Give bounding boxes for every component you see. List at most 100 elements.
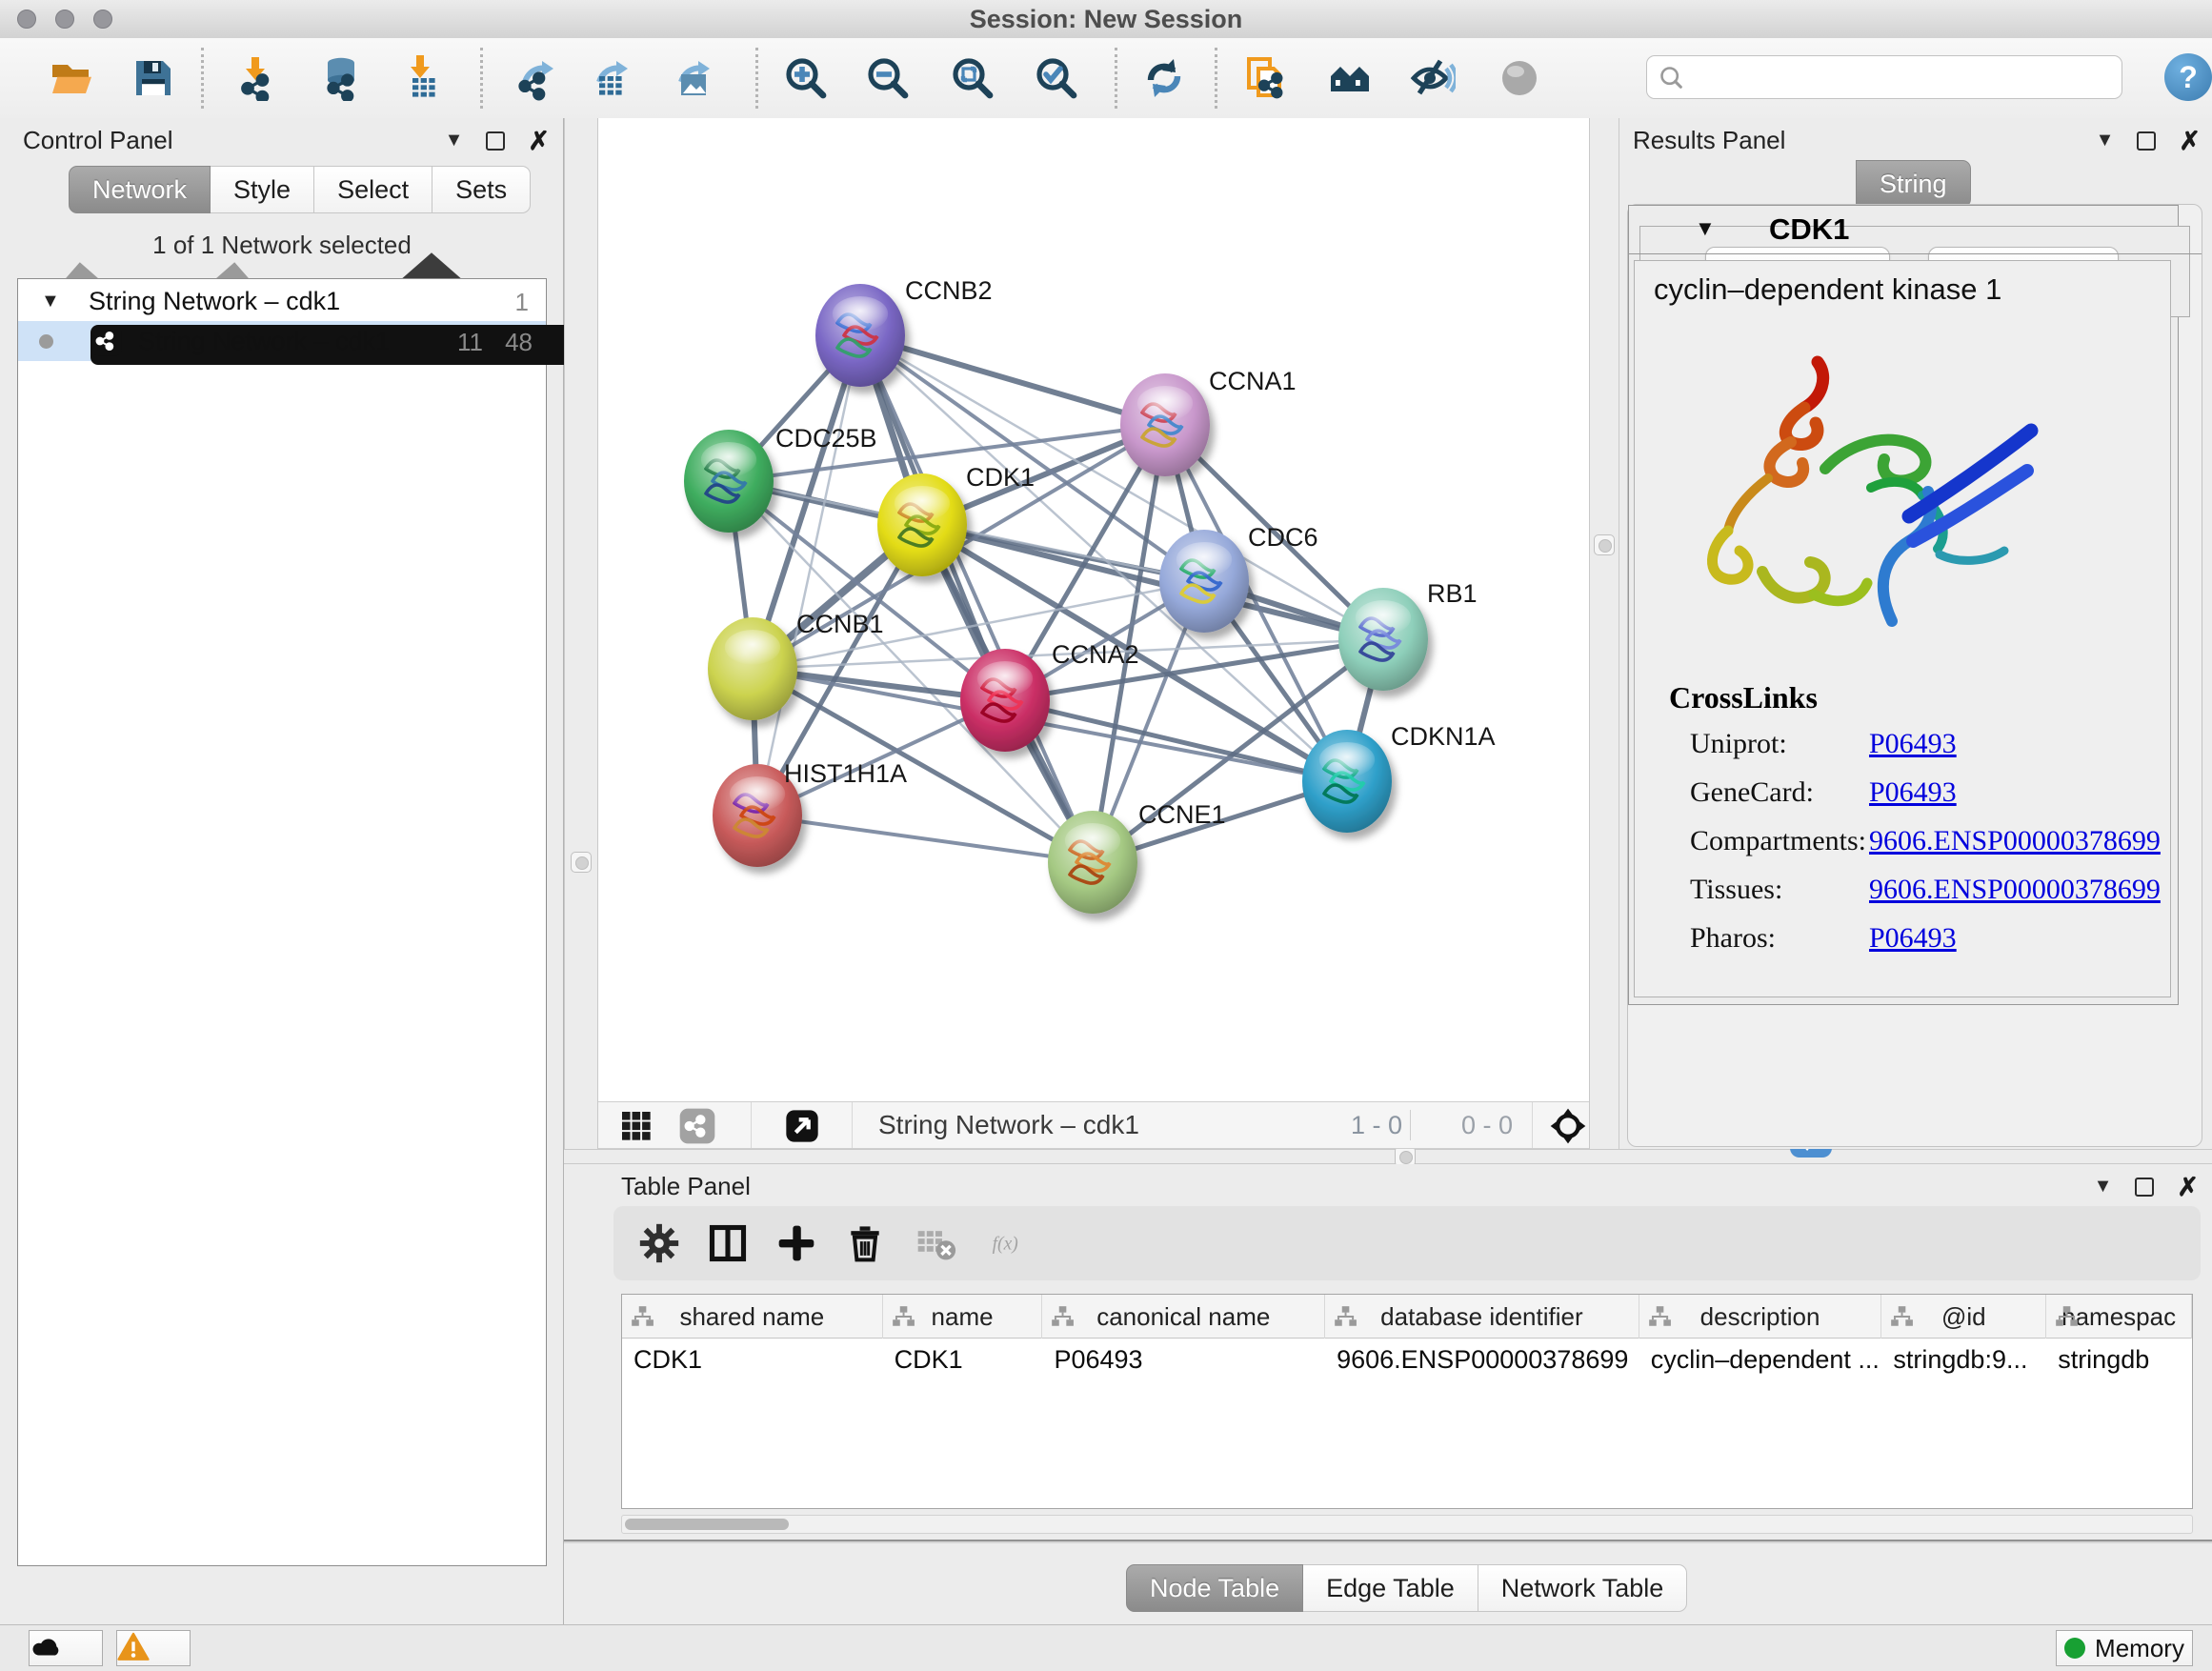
panel-menu-caret-icon[interactable]: ▼: [2096, 130, 2115, 151]
tree-expand-caret-icon[interactable]: ▼: [41, 291, 60, 312]
network-node-ccnb2[interactable]: CCNB2: [815, 276, 993, 387]
protein-card: ▼ CDK1 cyclin–dependent kinase 1: [1628, 205, 2179, 1005]
crosslink-link[interactable]: 9606.ENSP00000378699: [1869, 825, 2161, 857]
left-splitter-handle[interactable]: [571, 852, 592, 873]
table-cell[interactable]: stringdb: [2046, 1339, 2192, 1380]
cloud-button[interactable]: [29, 1630, 103, 1666]
import-table-from-file-icon[interactable]: [400, 54, 448, 102]
network-collection-row[interactable]: ▼ String Network – cdk1 1: [18, 281, 546, 321]
crosslink-row: Tissues:9606.ENSP00000378699: [1635, 874, 2170, 921]
network-node-hist1h1a[interactable]: HIST1H1A: [713, 759, 907, 867]
column-header-shared-name[interactable]: shared name: [622, 1295, 883, 1339]
export-table-icon[interactable]: [589, 54, 636, 102]
export-network-icon[interactable]: [514, 54, 562, 102]
toolbar-separator: [852, 1102, 853, 1148]
tab-string[interactable]: String: [1856, 160, 1971, 208]
import-network-from-file-icon[interactable]: [235, 54, 283, 102]
table-cell[interactable]: CDK1: [883, 1339, 1043, 1380]
zoom-fit-content-icon[interactable]: [949, 54, 996, 102]
network-node-cdkn1a[interactable]: CDKN1A: [1302, 722, 1496, 833]
panel-close-icon[interactable]: ✗: [2177, 1178, 2199, 1197]
protein-card-header[interactable]: ▼ CDK1: [1628, 205, 2202, 254]
warning-icon: [117, 1631, 190, 1665]
column-header-database-identifier[interactable]: database identifier: [1325, 1295, 1639, 1339]
panel-float-icon[interactable]: [486, 131, 505, 151]
zoom-selected-icon[interactable]: [1033, 54, 1080, 102]
clone-network-icon[interactable]: [1242, 54, 1290, 102]
tab-node-table[interactable]: Node Table: [1126, 1564, 1303, 1612]
scrollbar-thumb[interactable]: [625, 1519, 789, 1530]
network-view-title: String Network – cdk1: [878, 1102, 1139, 1148]
refresh-view-icon[interactable]: [1140, 54, 1188, 102]
table-cell[interactable]: cyclin–dependent ...: [1639, 1339, 1882, 1380]
warnings-button[interactable]: [116, 1630, 191, 1666]
panel-menu-caret-icon[interactable]: ▼: [445, 130, 464, 151]
toolbar-separator: [1215, 48, 1217, 109]
column-header-name[interactable]: name: [883, 1295, 1043, 1339]
network-node-ccna1[interactable]: CCNA1: [1120, 367, 1297, 476]
network-node-ccne1[interactable]: CCNE1: [1048, 800, 1226, 914]
protein-name: CDK1: [1769, 212, 1849, 247]
network-edge[interactable]: [757, 815, 1093, 862]
string-results-pane: Expand All Collapse All ▼ CDK1 cyclin–de…: [1627, 204, 2202, 1147]
network-node-cdk1[interactable]: CDK1: [877, 463, 1035, 576]
open-session-icon[interactable]: [48, 54, 95, 102]
crosslink-link[interactable]: 9606.ENSP00000378699: [1869, 874, 2161, 906]
table-cell[interactable]: P06493: [1042, 1339, 1325, 1380]
table-cell[interactable]: stringdb:9...: [1881, 1339, 2046, 1380]
crosslink-label: Uniprot:: [1690, 728, 1787, 760]
tab-network[interactable]: Network: [69, 166, 211, 213]
window-titlebar: Session: New Session: [0, 0, 2212, 39]
panel-menu-caret-icon[interactable]: ▼: [2094, 1176, 2113, 1198]
node-label-hist1h1a: HIST1H1A: [784, 759, 907, 788]
right-splitter-handle[interactable]: [1594, 534, 1615, 555]
crosslink-label: Compartments:: [1690, 825, 1866, 857]
table-horizontal-scrollbar[interactable]: [621, 1515, 2193, 1534]
tab-network-table[interactable]: Network Table: [1478, 1564, 1688, 1612]
zoom-out-icon[interactable]: [864, 54, 912, 102]
tab-sets[interactable]: Sets: [432, 166, 531, 213]
svg-text:f(x): f(x): [993, 1235, 1018, 1255]
memory-button[interactable]: Memory: [2056, 1630, 2193, 1666]
export-image-icon[interactable]: [671, 54, 718, 102]
right-splitter[interactable]: [1589, 118, 1619, 1149]
column-header-canonical-name[interactable]: canonical name: [1042, 1295, 1325, 1339]
network-canvas[interactable]: CCNB2CCNA1CDC25BCDK1CDC6RB1CCNB1CCNA2CDK…: [598, 118, 1589, 1101]
panel-close-icon[interactable]: ✗: [2179, 131, 2201, 151]
table-cell[interactable]: 9606.ENSP00000378699: [1325, 1339, 1639, 1380]
crosslink-link[interactable]: P06493: [1869, 922, 1957, 955]
tab-edge-table[interactable]: Edge Table: [1303, 1564, 1478, 1612]
show-hide-graphics-details-icon[interactable]: [1409, 54, 1457, 102]
column-header--id[interactable]: @id: [1881, 1295, 2046, 1339]
table-row[interactable]: CDK1CDK1P064939606.ENSP00000378699cyclin…: [622, 1339, 2192, 1380]
save-session-icon[interactable]: [130, 54, 177, 102]
help-button[interactable]: ?: [2164, 53, 2212, 101]
first-neighbors-icon[interactable]: [1326, 54, 1374, 102]
toolbar-separator: [755, 48, 758, 109]
network-node-cdc25b[interactable]: CDC25B: [684, 424, 877, 533]
column-header-namespac[interactable]: namespac: [2046, 1295, 2192, 1339]
table-header-row[interactable]: shared namenamecanonical namedatabase id…: [622, 1295, 2192, 1339]
crosslink-link[interactable]: P06493: [1869, 776, 1957, 809]
column-header-description[interactable]: description: [1639, 1295, 1882, 1339]
search-input[interactable]: [1693, 58, 2116, 98]
tab-style[interactable]: Style: [211, 166, 314, 213]
table-cell[interactable]: CDK1: [622, 1339, 883, 1380]
node-table[interactable]: shared namenamecanonical namedatabase id…: [621, 1294, 2193, 1509]
search-field[interactable]: [1646, 55, 2122, 99]
network-row-selected[interactable]: String Network – cdk1 11 48: [18, 321, 546, 361]
render-level-of-detail-icon[interactable]: [1496, 54, 1543, 102]
network-node-rb1[interactable]: RB1: [1338, 579, 1478, 691]
panel-float-icon[interactable]: [2137, 131, 2156, 151]
tab-select[interactable]: Select: [314, 166, 432, 213]
crosslink-row: Compartments:9606.ENSP00000378699: [1635, 825, 2170, 873]
import-network-from-database-icon[interactable]: [317, 54, 365, 102]
panel-close-icon[interactable]: ✗: [528, 131, 550, 151]
column-type-icon: [891, 1304, 915, 1329]
function-builder-icon: f(x): [991, 1222, 1067, 1264]
network-edge[interactable]: [860, 335, 1165, 425]
card-collapse-caret-icon[interactable]: ▼: [1695, 216, 1716, 241]
zoom-in-icon[interactable]: [782, 54, 830, 102]
panel-float-icon[interactable]: [2135, 1178, 2154, 1197]
crosslink-link[interactable]: P06493: [1869, 728, 1957, 760]
